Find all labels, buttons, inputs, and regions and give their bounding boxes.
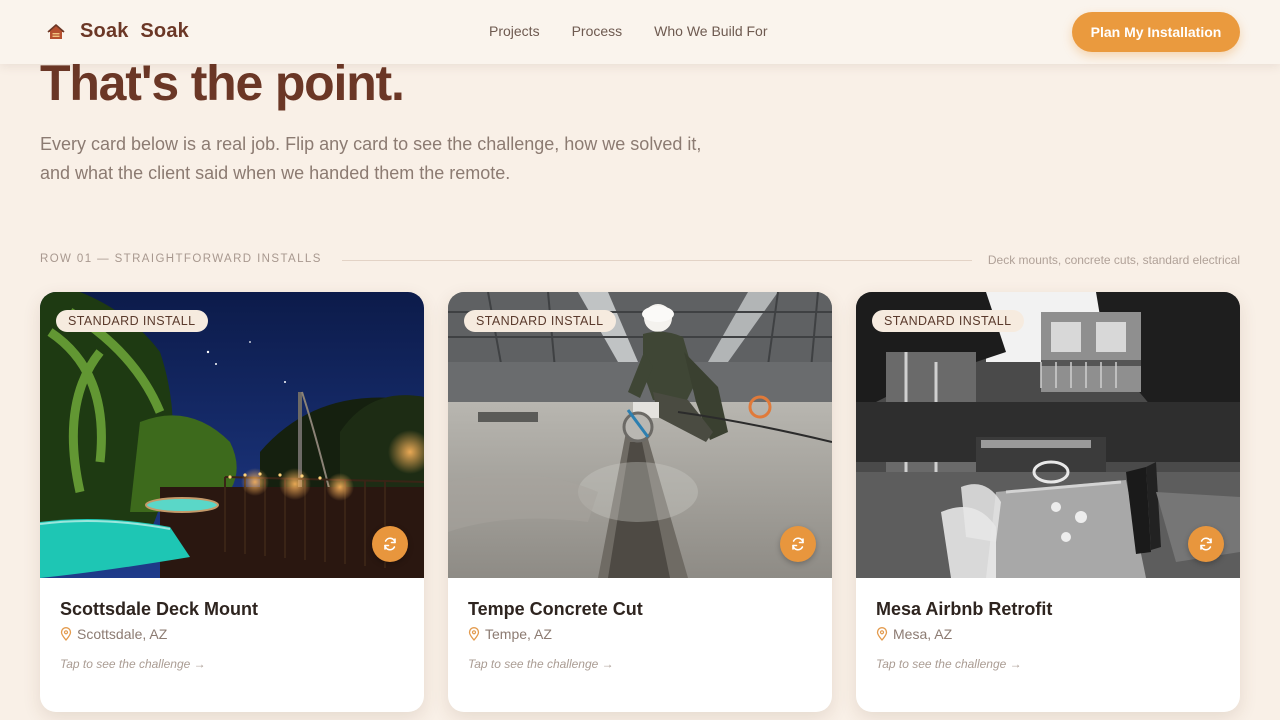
project-photo-concrete-cutting — [448, 292, 832, 578]
project-photo-pool-deck-night — [40, 292, 424, 578]
row-divider — [342, 260, 972, 261]
brand-link[interactable]: Soak Soak — [46, 20, 189, 43]
card-title: Scottsdale Deck Mount — [60, 599, 259, 619]
card-hint: Tap to see the challenge → — [468, 657, 614, 671]
site-header: Soak Soak Projects Process Who We Build … — [0, 0, 1280, 64]
card-location-text: Tempe, AZ — [485, 626, 552, 642]
card-location: Scottsdale, AZ — [60, 626, 167, 642]
location-pin-icon — [60, 627, 72, 641]
card-location: Mesa, AZ — [876, 626, 952, 642]
project-card-mesa[interactable]: STANDARD INSTALL Mesa Airbnb Retrofit Me… — [856, 292, 1240, 712]
nav-projects[interactable]: Projects — [489, 23, 540, 39]
location-pin-icon — [468, 627, 480, 641]
project-photo-backyard-patio — [856, 292, 1240, 578]
house-icon — [46, 22, 66, 42]
row-label: ROW 01 — STRAIGHTFORWARD INSTALLS — [40, 253, 322, 265]
plan-installation-button[interactable]: Plan My Installation — [1072, 12, 1240, 52]
card-hint: Tap to see the challenge → — [876, 657, 1022, 671]
page: That's the point. Every card below is a … — [0, 0, 1280, 720]
refresh-icon — [792, 537, 804, 551]
row-note: Deck mounts, concrete cuts, standard ele… — [987, 253, 1240, 267]
refresh-icon — [384, 537, 396, 551]
card-location: Tempe, AZ — [468, 626, 552, 642]
card-hint: Tap to see the challenge → — [60, 657, 206, 671]
install-type-badge: STANDARD INSTALL — [56, 310, 208, 332]
install-type-badge: STANDARD INSTALL — [872, 310, 1024, 332]
card-location-text: Mesa, AZ — [893, 626, 953, 642]
flip-card-button[interactable] — [780, 526, 816, 562]
hero-subtitle: Every card below is a real job. Flip any… — [40, 134, 702, 183]
nav-process[interactable]: Process — [572, 23, 623, 39]
card-title: Mesa Airbnb Retrofit — [876, 599, 1053, 619]
refresh-icon — [1200, 537, 1212, 551]
flip-card-button[interactable] — [372, 526, 408, 562]
project-card-tempe[interactable]: STANDARD INSTALL Tempe Concrete Cut Temp… — [448, 292, 832, 712]
card-title: Tempe Concrete Cut — [468, 599, 643, 619]
location-pin-icon — [876, 627, 888, 641]
main-nav: Projects Process Who We Build For — [489, 23, 768, 39]
row-header: ROW 01 — STRAIGHTFORWARD INSTALLS Deck m… — [40, 252, 1240, 268]
flip-card-button[interactable] — [1188, 526, 1224, 562]
card-location-text: Scottsdale, AZ — [77, 626, 168, 642]
install-type-badge: STANDARD INSTALL — [464, 310, 616, 332]
project-card-scottsdale[interactable]: STANDARD INSTALL Scottsdale Deck Mount S… — [40, 292, 424, 712]
brand-name: Soak Soak — [80, 20, 189, 42]
nav-who-we-build-for[interactable]: Who We Build For — [654, 23, 767, 39]
